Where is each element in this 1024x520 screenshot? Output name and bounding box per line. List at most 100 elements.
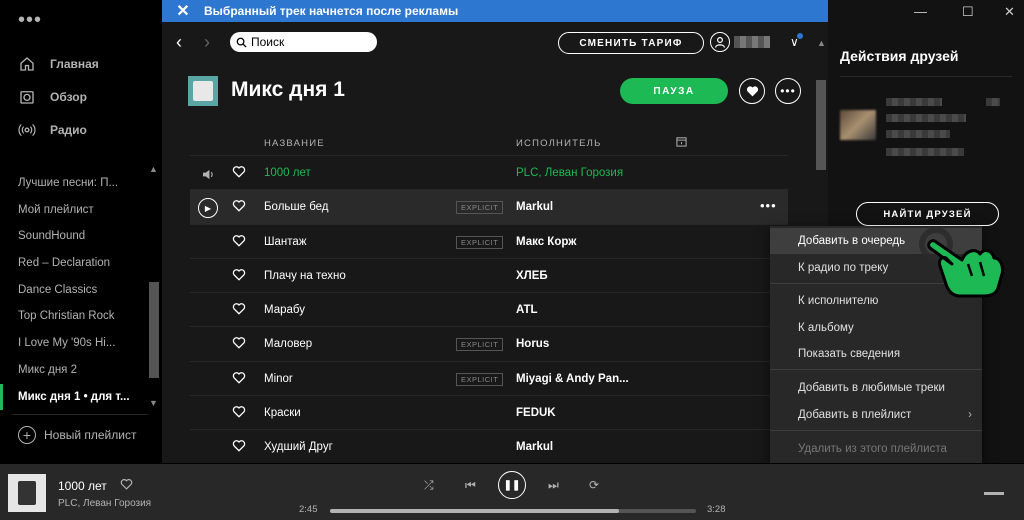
heart-icon[interactable] [232, 165, 246, 179]
track-row[interactable]: Маловер EXPLICIT Horus [190, 327, 788, 362]
forward-icon[interactable]: › [204, 33, 210, 51]
column-title[interactable]: НАЗВАНИЕ [264, 138, 325, 149]
context-menu-item[interactable]: Добавить в плейлист › [770, 402, 982, 428]
spotify-window: ••• Главная Обзор Радио Лучшие песни: П.… [0, 0, 1024, 520]
upgrade-button[interactable]: СМЕНИТЬ ТАРИФ [558, 32, 704, 54]
sidebar-playlist-item[interactable]: SoundHound [0, 223, 148, 250]
track-artist[interactable]: ATL [516, 304, 716, 316]
track-artist[interactable]: Markul [516, 201, 716, 213]
friend-avatar-blurred [840, 110, 876, 140]
sidebar-scroll-thumb[interactable] [149, 282, 159, 378]
page-title: Микс дня 1 [231, 78, 345, 101]
scroll-up-icon[interactable]: ▲ [149, 164, 158, 174]
calendar-icon[interactable] [676, 136, 687, 150]
track-title: Minor [264, 372, 293, 385]
now-playing-cover[interactable] [8, 474, 46, 512]
track-artist[interactable]: FEDUK [516, 407, 716, 419]
column-artist[interactable]: ИСПОЛНИТЕЛЬ [516, 138, 602, 149]
user-menu[interactable]: ∨ [710, 32, 803, 52]
progress-bar[interactable] [330, 509, 696, 513]
sidebar-playlist-item[interactable]: Лучшие песни: П... [0, 170, 148, 197]
playlist-cover [188, 76, 218, 106]
next-icon[interactable]: ⏭ [548, 478, 559, 493]
track-row[interactable]: Марабу ATL [190, 293, 788, 328]
sidebar-playlist-item[interactable]: Top Christian Rock [0, 303, 148, 330]
context-menu-item[interactable]: К альбому [770, 315, 982, 341]
heart-icon[interactable] [232, 439, 246, 453]
context-menu-item[interactable]: Добавить в любимые треки [770, 375, 982, 401]
track-row[interactable]: Minor EXPLICIT Miyagi & Andy Pan... [190, 362, 788, 397]
context-menu-item-label: К исполнителю [798, 295, 879, 307]
maximize-icon[interactable]: ☐ [962, 4, 974, 20]
nav-browse[interactable]: Обзор [18, 85, 87, 109]
chevron-down-icon[interactable]: ∨ [790, 33, 803, 49]
menu-separator [770, 430, 982, 431]
volume-slider[interactable] [984, 492, 1004, 495]
now-playing-title[interactable]: 1000 лет [58, 479, 107, 493]
more-options-button[interactable]: ••• [775, 78, 801, 104]
track-artist[interactable]: ХЛЕБ [516, 270, 716, 282]
search-input[interactable]: Поиск [230, 32, 377, 52]
window-close-icon[interactable]: ✕ [1004, 4, 1015, 20]
banner-text: Выбранный трек начнется после рекламы [204, 4, 459, 18]
track-artist[interactable]: Horus [516, 338, 716, 350]
nav-radio[interactable]: Радио [18, 118, 87, 142]
sidebar-scrollbar[interactable]: ▲ ▼ [148, 162, 160, 412]
scroll-up-icon[interactable]: ▲ [817, 38, 826, 48]
nav-radio-label: Радио [50, 123, 87, 137]
minimize-icon[interactable]: — [914, 4, 927, 19]
friend-info-blurred [886, 148, 964, 156]
close-icon[interactable]: ✕ [162, 1, 204, 21]
heart-icon[interactable] [232, 302, 246, 316]
explicit-badge: EXPLICIT [456, 235, 504, 249]
play-pause-button[interactable]: ❚❚ [498, 471, 526, 499]
track-row[interactable]: Худший Друг Markul [190, 430, 788, 465]
shuffle-icon[interactable]: ⤮ [424, 478, 434, 493]
main-scroll-thumb[interactable] [816, 80, 826, 170]
context-menu-item[interactable]: Показать сведения [770, 341, 982, 367]
heart-icon[interactable] [232, 336, 246, 350]
now-playing-artist[interactable]: PLC, Леван Горозия [58, 498, 151, 509]
progress-fill [330, 509, 620, 513]
track-artist[interactable]: PLC, Леван Горозия [516, 167, 716, 179]
heart-icon[interactable] [120, 478, 133, 490]
back-icon[interactable]: ‹ [176, 33, 182, 51]
sidebar-playlist-item[interactable]: I Love My '90s Hi... [0, 330, 148, 357]
sidebar-playlist-item[interactable]: Dance Classics [0, 277, 148, 304]
sidebar-playlist-item[interactable]: Red – Declaration [0, 250, 148, 277]
track-title: Марабу [264, 304, 305, 317]
context-menu-item-label: Добавить в плейлист [798, 409, 912, 421]
previous-icon[interactable]: ⏮ [465, 478, 476, 493]
scroll-down-icon[interactable]: ▼ [149, 398, 158, 408]
track-artist[interactable]: Markul [516, 441, 716, 453]
sidebar-playlist-item[interactable]: Микс дня 1 • для т... [0, 383, 148, 411]
heart-icon[interactable] [232, 371, 246, 385]
app-menu-icon[interactable]: ••• [18, 10, 42, 30]
heart-icon[interactable] [232, 405, 246, 419]
new-playlist-button[interactable]: + Новый плейлист [18, 426, 136, 444]
track-row[interactable]: Шантаж EXPLICIT Макс Корж [190, 225, 788, 259]
friend-info-blurred [886, 114, 966, 122]
heart-icon[interactable] [232, 199, 246, 213]
track-artist[interactable]: Miyagi & Andy Pan... [516, 373, 716, 385]
repeat-icon[interactable]: ⟳ [589, 478, 599, 492]
track-row[interactable]: ▶ Больше бед EXPLICIT Markul ••• [190, 190, 788, 225]
sidebar-playlist-item[interactable]: Микс дня 2 [0, 357, 148, 384]
sidebar-playlist-item[interactable]: Мой плейлист [0, 197, 148, 224]
nav-home[interactable]: Главная [18, 52, 99, 76]
track-row[interactable]: Плачу на техно ХЛЕБ [190, 259, 788, 294]
context-menu-item-label: Удалить из этого плейлиста [798, 443, 947, 455]
explicit-badge: EXPLICIT [456, 338, 504, 352]
heart-icon[interactable] [232, 234, 246, 248]
heart-icon[interactable] [232, 268, 246, 282]
more-icon[interactable]: ••• [760, 198, 777, 213]
track-row[interactable]: Краски FEDUK [190, 396, 788, 431]
pause-button[interactable]: ПАУЗА [620, 78, 728, 104]
like-playlist-button[interactable] [739, 78, 765, 104]
friend-info-blurred [986, 98, 1000, 106]
radio-icon [18, 123, 36, 137]
play-icon[interactable]: ▶ [198, 198, 218, 219]
track-row[interactable]: 1000 лет PLC, Леван Горозия [190, 156, 788, 191]
track-title: Шантаж [264, 235, 307, 248]
track-artist[interactable]: Макс Корж [516, 236, 716, 248]
